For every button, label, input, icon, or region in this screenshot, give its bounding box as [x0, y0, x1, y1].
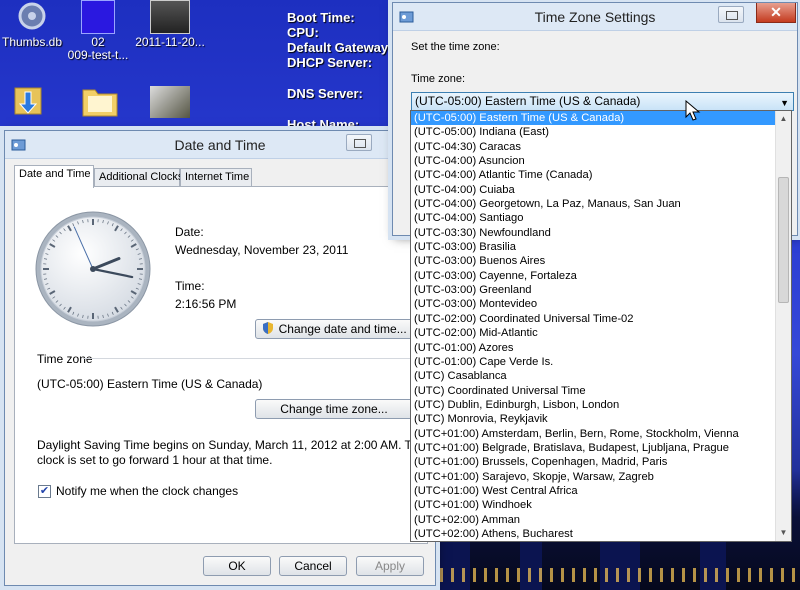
analog-clock — [35, 211, 151, 327]
instruction-text: Set the time zone: — [411, 41, 500, 53]
time-zone-combo-label: Time zone: — [411, 73, 466, 85]
timezone-value: (UTC-05:00) Eastern Time (US & Canada) — [37, 377, 263, 391]
timezone-group-label: Time zone — [37, 352, 93, 366]
time-label: Time: — [175, 279, 205, 293]
time-zone-option[interactable]: (UTC+02:00) Amman — [411, 513, 776, 527]
checkmark-icon: ✔ — [39, 485, 50, 497]
time-zone-option[interactable]: (UTC-04:00) Cuiaba — [411, 183, 776, 197]
time-zone-option[interactable]: (UTC-04:00) Santiago — [411, 211, 776, 225]
time-zone-option[interactable]: (UTC-03:30) Newfoundland — [411, 226, 776, 240]
settings-file-icon — [12, 0, 52, 34]
time-zone-option[interactable]: (UTC-04:30) Caracas — [411, 140, 776, 154]
time-zone-option[interactable]: (UTC) Casablanca — [411, 369, 776, 383]
time-zone-option[interactable]: (UTC-04:00) Georgetown, La Paz, Manaus, … — [411, 197, 776, 211]
image-thumbnail-icon — [150, 86, 190, 118]
time-zone-option[interactable]: (UTC) Coordinated Universal Time — [411, 384, 776, 398]
sysinfo-dns-server: DNS Server: — [287, 86, 363, 101]
scrollbar-thumb[interactable] — [778, 177, 789, 303]
combo-selected-value: (UTC-05:00) Eastern Time (US & Canada) — [415, 94, 641, 108]
dropdown-scrollbar[interactable]: ▲ ▼ — [775, 111, 791, 541]
notify-checkbox[interactable]: ✔ — [38, 485, 51, 498]
time-zone-titlebar[interactable]: Time Zone Settings ✕ — [393, 3, 797, 31]
time-zone-option[interactable]: (UTC-03:00) Montevideo — [411, 297, 776, 311]
sysinfo-boot-time: Boot Time: — [287, 10, 355, 25]
time-zone-option[interactable]: (UTC+01:00) West Central Africa — [411, 484, 776, 498]
desktop-icon-thumbs-db[interactable]: Thumbs.db — [0, 0, 68, 49]
time-zone-option[interactable]: (UTC-03:00) Buenos Aires — [411, 254, 776, 268]
time-zone-option[interactable]: (UTC+02:00) Athens, Bucharest — [411, 527, 776, 541]
desktop-icon-photo[interactable] — [134, 86, 206, 120]
change-date-time-button[interactable]: Change date and time... — [255, 319, 413, 339]
time-zone-option[interactable]: (UTC) Dublin, Edinburgh, Lisbon, London — [411, 398, 776, 412]
time-zone-option[interactable]: (UTC-02:00) Mid-Atlantic — [411, 326, 776, 340]
date-value: Wednesday, November 23, 2011 — [175, 243, 349, 257]
time-zone-option[interactable]: (UTC+01:00) Belgrade, Bratislava, Budape… — [411, 441, 776, 455]
time-zone-option[interactable]: (UTC+01:00) Amsterdam, Berlin, Bern, Rom… — [411, 427, 776, 441]
shield-icon — [263, 322, 274, 334]
time-zone-option[interactable]: (UTC-03:00) Cayenne, Fortaleza — [411, 269, 776, 283]
time-zone-option[interactable]: (UTC+01:00) Sarajevo, Skopje, Warsaw, Za… — [411, 470, 776, 484]
time-zone-option[interactable]: (UTC-01:00) Cape Verde Is. — [411, 355, 776, 369]
apply-button[interactable]: Apply — [356, 556, 424, 576]
cancel-button[interactable]: Cancel — [279, 556, 347, 576]
image-thumbnail-icon — [150, 0, 190, 34]
change-time-zone-button[interactable]: Change time zone... — [255, 399, 413, 419]
time-value: 2:16:56 PM — [175, 297, 237, 311]
tab-internet-time[interactable]: Internet Time — [180, 168, 252, 187]
time-zone-dropdown-list[interactable]: (UTC-05:00) Eastern Time (US & Canada) (U… — [410, 110, 792, 542]
ok-button[interactable]: OK — [203, 556, 271, 576]
restore-button[interactable] — [346, 134, 372, 151]
desktop-icon-009-test[interactable]: 02 009-test-t... — [62, 0, 134, 62]
scroll-down-icon[interactable]: ▼ — [776, 525, 791, 541]
notify-label[interactable]: Notify me when the clock changes — [56, 484, 238, 498]
dst-info-line2: clock is set to go forward 1 hour at tha… — [37, 453, 273, 467]
time-zone-option[interactable]: (UTC-05:00) Indiana (East) — [411, 125, 776, 139]
time-zone-option[interactable]: (UTC-03:00) Greenland — [411, 283, 776, 297]
tab-date-and-time[interactable]: Date and Time — [14, 165, 94, 188]
close-icon: ✕ — [770, 4, 782, 20]
scroll-up-icon[interactable]: ▲ — [776, 111, 791, 127]
date-time-window: Date and Time Date and Time Additional C… — [4, 130, 436, 586]
sysinfo-cpu: CPU: — [287, 25, 319, 40]
desktop-icon-shortcut[interactable] — [0, 82, 64, 120]
date-label: Date: — [175, 225, 204, 239]
time-zone-option[interactable]: (UTC) Monrovia, Reykjavik — [411, 412, 776, 426]
blank-image-icon — [81, 0, 115, 34]
time-zone-option[interactable]: (UTC+01:00) Windhoek — [411, 498, 776, 512]
time-zone-combobox[interactable]: (UTC-05:00) Eastern Time (US & Canada) ▼ — [411, 92, 794, 111]
time-zone-option[interactable]: (UTC-03:00) Brasilia — [411, 240, 776, 254]
close-button[interactable]: ✕ — [756, 3, 796, 23]
tab-additional-clocks[interactable]: Additional Clocks — [94, 168, 183, 187]
desktop-icon-folder[interactable] — [64, 82, 136, 120]
time-zone-option[interactable]: (UTC-05:00) Eastern Time (US & Canada) — [411, 111, 776, 126]
folder-icon — [80, 82, 120, 118]
sysinfo-dhcp-server: DHCP Server: — [287, 55, 373, 70]
mouse-cursor-icon — [685, 100, 701, 121]
restore-button[interactable] — [718, 6, 744, 23]
time-zone-option[interactable]: (UTC-04:00) Atlantic Time (Canada) — [411, 168, 776, 182]
folder-shortcut-icon — [11, 82, 45, 118]
date-time-titlebar[interactable]: Date and Time — [5, 131, 435, 159]
time-zone-option[interactable]: (UTC+01:00) Brussels, Copenhagen, Madrid… — [411, 455, 776, 469]
time-zone-option[interactable]: (UTC-02:00) Coordinated Universal Time-0… — [411, 312, 776, 326]
tab-panel-date-and-time: Date: Wednesday, November 23, 2011 Time:… — [14, 186, 428, 544]
sysinfo-default-gateway: Default Gateway: — [287, 40, 393, 55]
time-zone-option[interactable]: (UTC-04:00) Asuncion — [411, 154, 776, 168]
time-zone-option[interactable]: (UTC-01:00) Azores — [411, 341, 776, 355]
dst-info-line1: Daylight Saving Time begins on Sunday, M… — [37, 438, 426, 452]
desktop-icon-2011-11-20[interactable]: 2011-11-20... — [134, 0, 206, 49]
group-divider — [83, 358, 417, 359]
